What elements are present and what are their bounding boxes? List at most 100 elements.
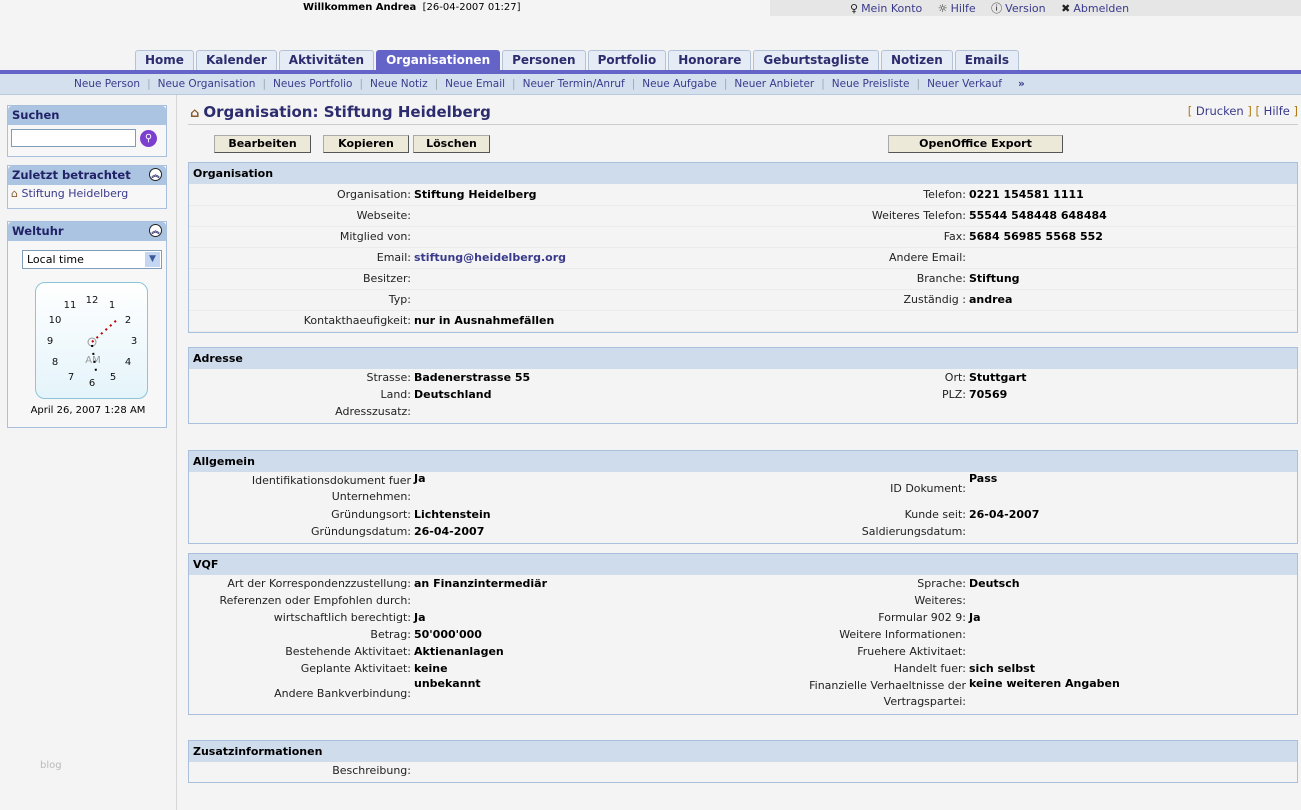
world-clock-box: Weltuhr ︽ Local time ▼ 12 1 2 3 4 5 6 7 8 9 10 11 AM … [7, 221, 167, 428]
svg-text:4: 4 [125, 357, 131, 368]
field-row: Mitglied von: Fax: 5684 56985 5568 552 [189, 226, 1297, 248]
copy-button[interactable]: Kopieren [323, 135, 409, 153]
field-label: Weiteres Telefon: [744, 205, 966, 227]
tab-kalender[interactable]: Kalender [195, 50, 277, 70]
help-link[interactable]: ☼ Hilfe [938, 2, 976, 15]
field-label: Sprache: [917, 577, 966, 590]
field-row: Referenzen oder Empfohlen durch: Weiteres… [189, 592, 1297, 609]
tab-organisationen[interactable]: Organisationen [376, 50, 501, 70]
tab-portfolio[interactable]: Portfolio [587, 50, 667, 70]
quick-action-link[interactable]: Neuer Termin/Anruf [523, 78, 625, 90]
field-value: 26-04-2007 [414, 525, 485, 538]
field-value: Deutschland [414, 388, 492, 401]
collapse-icon[interactable]: ︽ [149, 224, 162, 237]
quick-action-link[interactable]: Neue Preisliste [832, 78, 910, 90]
help-link[interactable]: Hilfe [1264, 104, 1290, 118]
field-value: 55544 548448 648484 [966, 205, 1297, 227]
edit-button[interactable]: Bearbeiten [214, 135, 311, 153]
field-label: Betrag: [370, 628, 411, 641]
tab-emails[interactable]: Emails [954, 50, 1019, 70]
tab-home[interactable]: Home [135, 50, 194, 70]
field-label: Kontakthaeufigkeit: [189, 310, 411, 332]
field-label: Typ: [189, 289, 411, 311]
account-links: ♀ Mein Konto ☼ Hilfe ⓘ Version ✖ Abmelden [770, 0, 1301, 16]
quick-action-link[interactable]: Neue Organisation [158, 78, 256, 90]
tab-notizen[interactable]: Notizen [880, 50, 953, 70]
field-value: Ja [414, 472, 426, 485]
recent-item[interactable]: ⌂ Stiftung Heidelberg [8, 185, 166, 202]
magnifier-icon: ⚲ [144, 133, 153, 144]
openoffice-export-button[interactable]: OpenOffice Export [888, 135, 1063, 153]
info-icon: ⓘ [991, 2, 1003, 15]
separator: | [631, 78, 636, 90]
field-value: 5684 56985 5568 552 [966, 226, 1297, 248]
field-label: Gründungsort: [331, 508, 411, 521]
field-value: Ja [969, 611, 981, 624]
field-label: Referenzen oder Empfohlen durch: [219, 594, 411, 607]
svg-text:6: 6 [89, 378, 95, 389]
quick-action-link[interactable]: Neue Aufgabe [642, 78, 717, 90]
field-label: Gründungsdatum: [310, 525, 411, 538]
search-button[interactable]: ⚲ [140, 130, 157, 147]
field-row: Adresszusatz: [189, 403, 1297, 420]
field-value [966, 403, 1297, 420]
field-row: Email: stiftung@heidelberg.org Andere Emai… [189, 247, 1297, 269]
field-value: Pass [969, 472, 998, 485]
divider [188, 124, 1298, 125]
user-icon: ♀ [850, 2, 859, 15]
separator: | [821, 78, 825, 90]
quick-action-link[interactable]: Neue Email [445, 78, 505, 90]
field-value: nur in Ausnahmefällen [411, 310, 744, 332]
quick-action-link[interactable]: Neuer Verkauf [927, 78, 1002, 90]
email-link[interactable]: stiftung@heidelberg.org [414, 251, 566, 264]
quick-action-link[interactable]: Neue Notiz [370, 78, 428, 90]
quick-action-link[interactable]: Neuer Anbieter [734, 78, 814, 90]
field-row: Gründungsort: Lichtenstein Kunde seit: 26-0… [189, 506, 1297, 523]
field-value [966, 523, 1297, 540]
tab-geburtstagliste[interactable]: Geburtstagliste [753, 50, 879, 70]
separator: | [262, 78, 267, 90]
quick-action-link[interactable]: Neues Portfolio [273, 78, 352, 90]
svg-text:10: 10 [49, 315, 62, 326]
field-value: Aktienanlagen [414, 645, 504, 658]
field-label: Fruehere Aktivitaet: [857, 645, 966, 658]
field-value: sich selbst [969, 662, 1035, 675]
chevron-down-icon: ▼ [145, 252, 160, 267]
field-row: Besitzer: Branche: Stiftung [189, 268, 1297, 290]
print-link[interactable]: Drucken [1196, 104, 1244, 118]
tab-aktivitäten[interactable]: Aktivitäten [278, 50, 375, 70]
more-actions-button[interactable]: » [1018, 78, 1025, 90]
svg-text:3: 3 [131, 336, 137, 347]
tab-personen[interactable]: Personen [502, 50, 586, 70]
field-value: an Finanzintermediär [414, 577, 548, 590]
collapse-icon[interactable]: ︽ [149, 168, 162, 181]
section-allgemein: Allgemein Identifikationsdokument fuer Un… [188, 450, 1298, 544]
logout-link[interactable]: ✖ Abmelden [1061, 2, 1129, 15]
svg-text:AM: AM [85, 355, 100, 366]
field-label: Bestehende Aktivitaet: [285, 645, 411, 658]
delete-button[interactable]: Löschen [413, 135, 490, 153]
field-value: unbekannt [414, 677, 481, 690]
svg-text:7: 7 [68, 372, 74, 383]
field-value [966, 762, 1297, 779]
section-title: Adresse [189, 348, 1297, 369]
field-label: Beschreibung: [332, 764, 411, 777]
field-label: Weitere Informationen: [839, 628, 966, 641]
top-bar: Willkommen Andrea [26-04-2007 01:27] ♀ Me… [0, 0, 1301, 50]
field-value [411, 289, 744, 311]
section-organisation: Organisation Organisation: Stiftung Heidel… [188, 162, 1298, 333]
my-account-link[interactable]: ♀ Mein Konto [850, 2, 922, 15]
version-link[interactable]: ⓘ Version [991, 2, 1045, 15]
search-input[interactable] [11, 129, 136, 147]
field-label: Ort: [944, 371, 966, 384]
field-row: wirtschaftlich berechtigt: Ja Formular 902… [189, 609, 1297, 626]
organisation-icon: ⌂ [190, 106, 200, 121]
field-row: Identifikationsdokument fuer Unternehmen… [189, 472, 1297, 506]
field-value [411, 762, 744, 779]
section-title: Zusatzinformationen [189, 741, 1297, 762]
tab-honorare[interactable]: Honorare [668, 50, 752, 70]
field-row: Bestehende Aktivitaet: Aktienanlagen Frueh… [189, 643, 1297, 660]
quick-action-link[interactable]: Neue Person [74, 78, 140, 90]
welcome-text: Willkommen Andrea [26-04-2007 01:27] [303, 2, 521, 13]
timezone-select[interactable]: Local time ▼ [22, 250, 162, 269]
